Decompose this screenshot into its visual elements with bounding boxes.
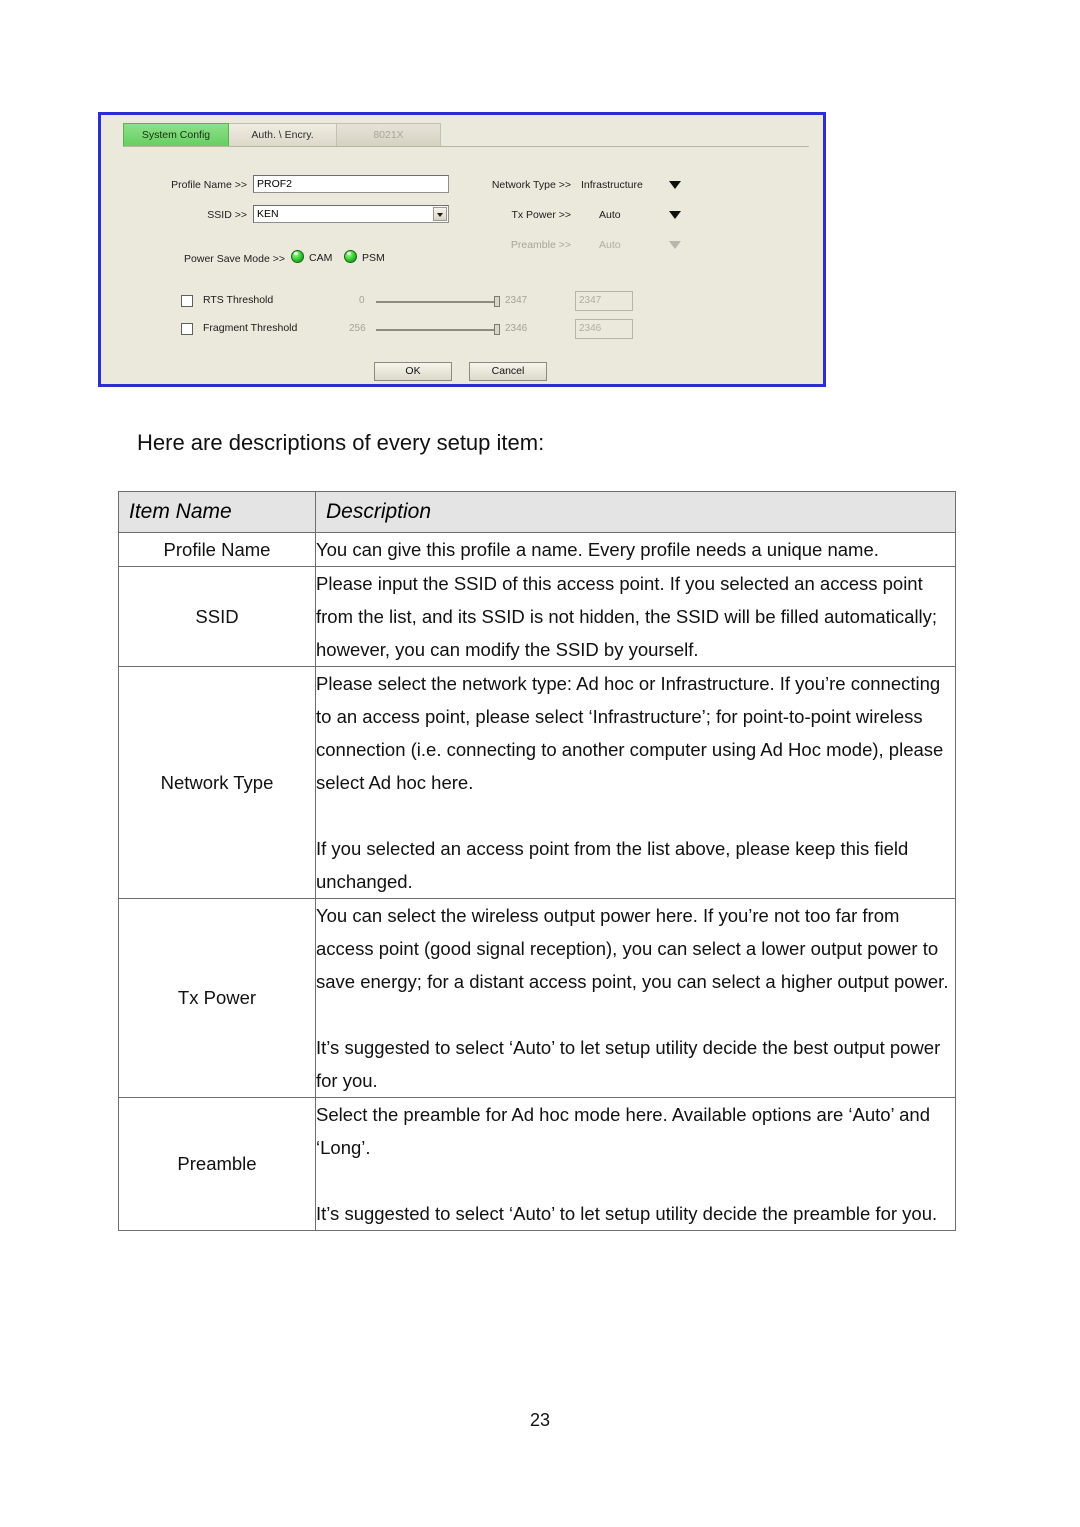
- paragraph: If you selected an access point from the…: [316, 838, 909, 892]
- tx-power-value[interactable]: Auto: [599, 209, 621, 221]
- cancel-button[interactable]: Cancel: [469, 362, 547, 381]
- row-item-ssid: SSID: [118, 566, 316, 667]
- paragraph: It’s suggested to select ‘Auto’ to let s…: [316, 1203, 938, 1224]
- radio-psm-label: PSM: [362, 252, 385, 264]
- network-type-value[interactable]: Infrastructure: [581, 179, 643, 191]
- network-type-chevron-down-icon[interactable]: [669, 181, 681, 189]
- tab-auth-encry[interactable]: Auth. \ Encry.: [229, 123, 337, 146]
- tabstrip-divider: [123, 146, 809, 147]
- row-item-network-type: Network Type: [118, 666, 316, 899]
- fragment-threshold-slider-thumb[interactable]: [494, 324, 500, 335]
- profile-name-input[interactable]: PROF2: [253, 175, 449, 193]
- radio-psm-led-icon[interactable]: [344, 250, 357, 263]
- tx-power-label: Tx Power >>: [511, 209, 571, 221]
- rts-threshold-checkbox[interactable]: [181, 295, 193, 307]
- profile-name-label: Profile Name >>: [171, 179, 247, 191]
- fragment-threshold-max: 2346: [505, 323, 528, 334]
- network-type-label: Network Type >>: [491, 179, 571, 191]
- table-header-row: Item Name Description: [118, 491, 956, 533]
- ok-button[interactable]: OK: [374, 362, 452, 381]
- fragment-threshold-value-field[interactable]: 2346: [575, 319, 633, 339]
- fragment-threshold-min: 256: [349, 323, 366, 334]
- ssid-label: SSID >>: [207, 209, 247, 221]
- chevron-down-icon[interactable]: [433, 207, 447, 221]
- radio-cam-label: CAM: [309, 252, 333, 264]
- rts-threshold-value-field[interactable]: 2347: [575, 291, 633, 311]
- fragment-threshold-checkbox[interactable]: [181, 323, 193, 335]
- paragraph: It’s suggested to select ‘Auto’ to let s…: [316, 1037, 941, 1091]
- rts-threshold-max: 2347: [505, 295, 528, 306]
- system-config-form: Profile Name >> PROF2 SSID >> KEN Networ…: [101, 157, 823, 384]
- table-row: SSID Please input the SSID of this acces…: [118, 566, 956, 667]
- rts-threshold-slider-thumb[interactable]: [494, 296, 500, 307]
- intro-text: Here are descriptions of every setup ite…: [137, 430, 545, 455]
- paragraph: Please select the network type: Ad hoc o…: [316, 673, 944, 793]
- header-item-name: Item Name: [118, 491, 316, 533]
- row-description-profile-name: You can give this profile a name. Every …: [315, 532, 956, 567]
- paragraph: Please input the SSID of this access poi…: [316, 573, 938, 660]
- setup-item-description-table: Item Name Description Profile Name You c…: [118, 491, 956, 1231]
- preamble-label: Preamble >>: [510, 239, 571, 251]
- tab-system-config[interactable]: System Config: [123, 123, 229, 146]
- table-row: Tx Power You can select the wireless out…: [118, 898, 956, 1098]
- rts-threshold-label: RTS Threshold: [203, 294, 274, 306]
- radio-cam-led-icon[interactable]: [291, 250, 304, 263]
- preamble-value: Auto: [599, 239, 621, 251]
- row-item-profile-name: Profile Name: [118, 532, 316, 567]
- dialog-tabstrip: System Config Auth. \ Encry. 8021X: [123, 123, 811, 147]
- ssid-value: KEN: [257, 208, 279, 220]
- tab-8021x[interactable]: 8021X: [337, 123, 441, 146]
- row-description-preamble: Select the preamble for Ad hoc mode here…: [315, 1097, 956, 1231]
- profile-config-dialog-screenshot: System Config Auth. \ Encry. 8021X Profi…: [98, 112, 826, 387]
- table-row: Preamble Select the preamble for Ad hoc …: [118, 1097, 956, 1231]
- table-row: Network Type Please select the network t…: [118, 666, 956, 899]
- table-row: Profile Name You can give this profile a…: [118, 532, 956, 567]
- power-save-mode-label: Power Save Mode >>: [184, 253, 285, 265]
- row-description-tx-power: You can select the wireless output power…: [315, 898, 956, 1098]
- fragment-threshold-slider-track[interactable]: [376, 329, 498, 331]
- preamble-chevron-down-icon: [669, 241, 681, 249]
- tab-system-config-label: System Config: [141, 129, 211, 141]
- row-description-ssid: Please input the SSID of this access poi…: [315, 566, 956, 667]
- tab-auth-encry-label: Auth. \ Encry.: [251, 129, 314, 141]
- paragraph: Select the preamble for Ad hoc mode here…: [316, 1104, 930, 1158]
- rts-threshold-min: 0: [359, 295, 365, 306]
- fragment-threshold-label: Fragment Threshold: [203, 322, 298, 334]
- tx-power-chevron-down-icon[interactable]: [669, 211, 681, 219]
- ssid-combobox[interactable]: KEN: [253, 205, 449, 223]
- tab-8021x-label: 8021X: [373, 129, 404, 141]
- page-number: 23: [529, 1410, 551, 1430]
- paragraph: You can select the wireless output power…: [316, 905, 949, 992]
- row-item-preamble: Preamble: [118, 1097, 316, 1231]
- rts-threshold-slider-track[interactable]: [376, 301, 498, 303]
- paragraph: You can give this profile a name. Every …: [316, 539, 879, 560]
- header-description: Description: [315, 491, 956, 533]
- row-item-tx-power: Tx Power: [118, 898, 316, 1098]
- row-description-network-type: Please select the network type: Ad hoc o…: [315, 666, 956, 899]
